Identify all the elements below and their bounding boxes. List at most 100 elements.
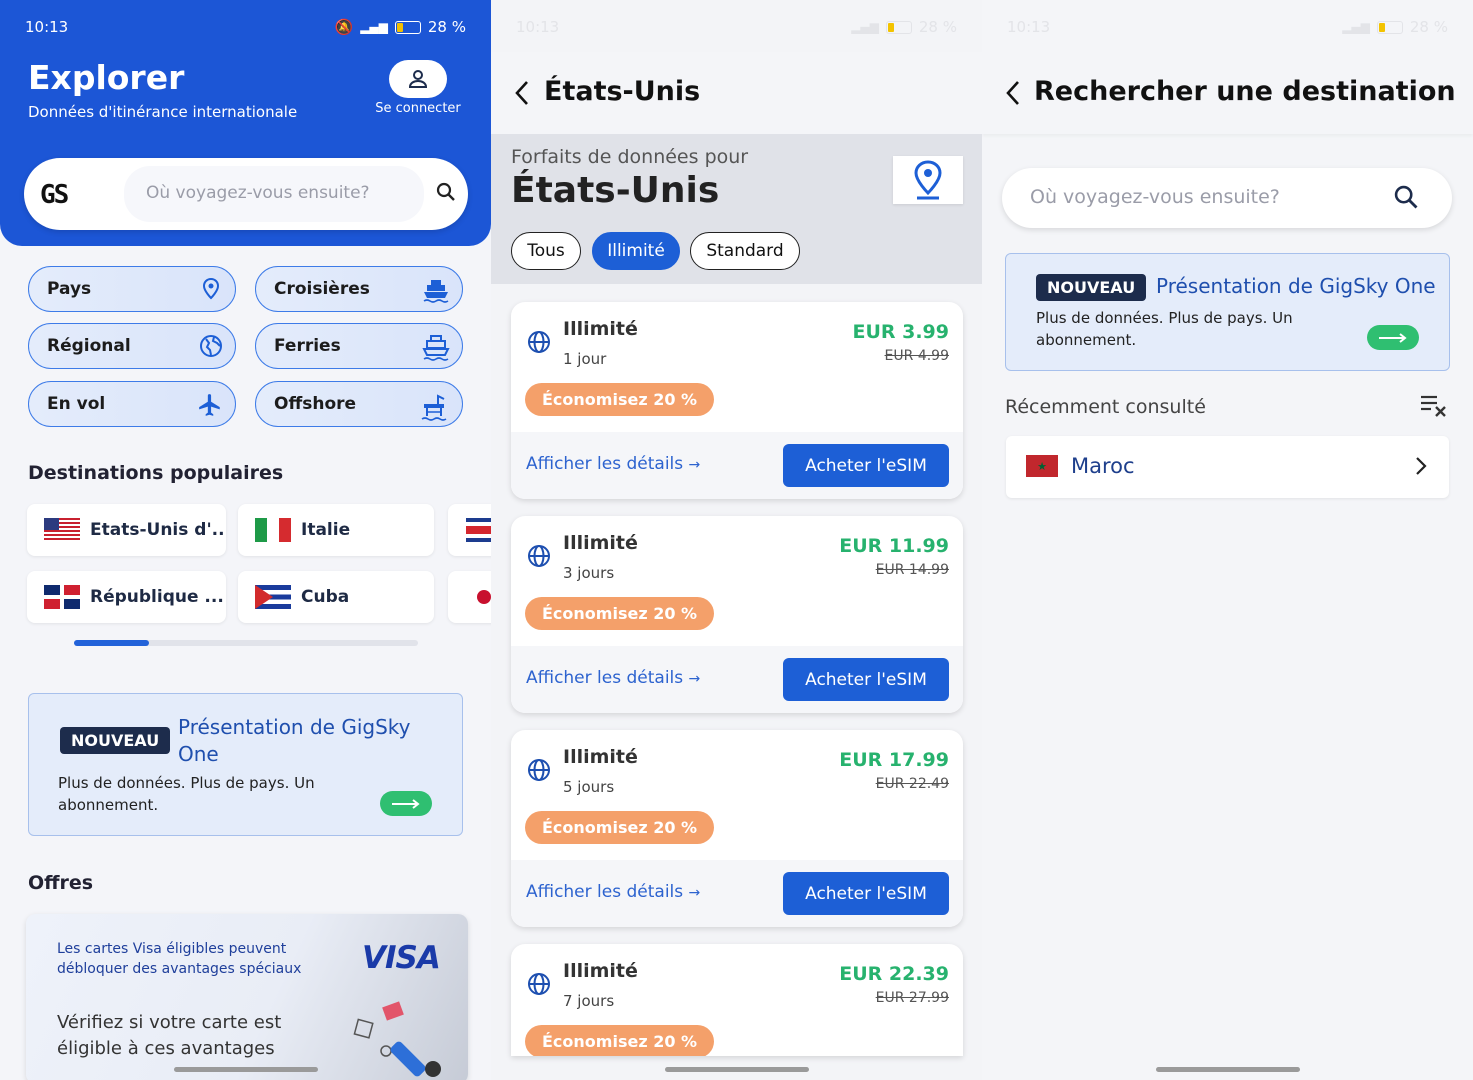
discount-badge: Économisez 20 % [525, 811, 715, 844]
plan-card[interactable]: Illimité 5 jours EUR 17.99 EUR 22.49 Éco… [511, 730, 963, 927]
page-title: Rechercher une destination [1034, 76, 1456, 107]
plan-duration: 3 jours [563, 564, 615, 582]
morocco-flag-icon: ★ [1026, 455, 1058, 477]
destination-costa-rica[interactable] [448, 504, 491, 556]
plan-name: Illimité [563, 960, 638, 982]
destination-cuba[interactable]: Cuba [238, 571, 434, 623]
back-arrow-icon[interactable] [1004, 80, 1022, 106]
filter-tous[interactable]: Tous [511, 232, 581, 270]
back-arrow-icon[interactable] [513, 80, 531, 106]
dominican-republic-flag-icon [44, 585, 80, 609]
plan-price: EUR 22.39 [839, 963, 949, 985]
discount-badge: Économisez 20 % [525, 597, 715, 630]
discount-badge: Économisez 20 % [525, 1025, 715, 1056]
ferry-icon [422, 335, 450, 361]
japan-flag-icon [466, 585, 491, 609]
page-title: États-Unis [544, 76, 701, 107]
offer-headline: Les cartes Visa éligibles peuvent débloq… [57, 941, 302, 977]
plan-old-price: EUR 4.99 [884, 348, 949, 364]
status-bar: 10:13 ▂▄▆ 28 % [516, 18, 957, 36]
clear-history-icon[interactable] [1418, 392, 1448, 420]
signal-icon: ▂▄▆ [360, 20, 388, 34]
chevron-right-icon [1416, 457, 1427, 475]
battery-icon [885, 20, 912, 34]
buy-esim-button[interactable]: Acheter l'eSIM [783, 658, 949, 701]
plan-name: Illimité [563, 318, 638, 340]
plans-header: Forfaits de données pour États-Unis Tous… [491, 134, 982, 284]
us-flag-icon [44, 518, 80, 542]
buy-esim-button[interactable]: Acheter l'eSIM [783, 872, 949, 915]
category-ferries[interactable]: Ferries [255, 323, 463, 369]
category-en-vol[interactable]: En vol [28, 381, 236, 427]
plan-name: Illimité [563, 746, 638, 768]
costa-rica-flag-icon [466, 518, 491, 542]
filter-standard[interactable]: Standard [690, 232, 800, 270]
plan-card[interactable]: Illimité 1 jour EUR 3.99 EUR 4.99 Économ… [511, 302, 963, 499]
plan-price: EUR 17.99 [839, 749, 949, 771]
recent-label: Récemment consulté [1005, 396, 1206, 418]
offers-title: Offres [28, 872, 94, 894]
plan-duration: 1 jour [563, 350, 607, 368]
visa-offer-card[interactable]: Les cartes Visa éligibles peuvent débloq… [26, 914, 468, 1080]
destination-italie[interactable]: Italie [238, 504, 434, 556]
destination-republique-dominicaine[interactable]: République ... [27, 571, 226, 623]
globe-icon [528, 331, 550, 353]
plan-old-price: EUR 22.49 [875, 776, 949, 792]
gigsky-logo: GS [40, 180, 69, 210]
globe-icon [200, 335, 222, 357]
search-bar[interactable]: Où voyagez-vous ensuite? [1002, 168, 1452, 228]
category-pays[interactable]: Pays [28, 266, 236, 312]
promo-arrow-button[interactable] [1367, 325, 1419, 350]
search-icon[interactable] [434, 180, 458, 204]
new-badge: NOUVEAU [1036, 274, 1147, 301]
search-input[interactable]: Où voyagez-vous ensuite? [146, 183, 370, 203]
plan-old-price: EUR 27.99 [875, 990, 949, 1006]
arrow-right-icon: → [688, 457, 701, 473]
promo-title: Présentation de GigSky One [178, 715, 411, 766]
filter-illimite[interactable]: Illimité [592, 232, 680, 270]
arrow-right-icon: → [688, 671, 701, 687]
promo-title: Présentation de GigSky One [1156, 274, 1436, 298]
details-link[interactable]: Afficher les détails → [526, 454, 700, 474]
popular-scrollbar[interactable] [74, 640, 418, 646]
details-link[interactable]: Afficher les détails → [526, 882, 700, 902]
gigsky-one-promo[interactable]: NOUVEAU Présentation de GigSky One Plus … [28, 693, 463, 836]
destination-japon[interactable] [448, 571, 491, 623]
promo-arrow-button[interactable] [380, 791, 432, 816]
home-indicator[interactable] [1155, 1067, 1300, 1072]
airplane-icon [199, 394, 220, 416]
search-bar[interactable]: GS Où voyagez-vous ensuite? [24, 158, 468, 230]
plan-card[interactable]: Illimité 7 jours EUR 22.39 EUR 27.99 Éco… [511, 944, 963, 1056]
login-label[interactable]: Se connecter [370, 101, 466, 116]
new-badge: NOUVEAU [60, 727, 171, 754]
plans-header-country: États-Unis [511, 170, 720, 211]
category-regional[interactable]: Régional [28, 323, 236, 369]
buy-esim-button[interactable]: Acheter l'eSIM [783, 444, 949, 487]
battery-percent: 28 % [427, 18, 466, 36]
popular-title: Destinations populaires [28, 462, 284, 484]
promo-body: Plus de données. Plus de pays. Un abonne… [1036, 309, 1293, 349]
login-button[interactable] [389, 60, 447, 98]
discount-badge: Économisez 20 % [525, 383, 715, 416]
page-subtitle: Données d'itinérance internationale [28, 103, 298, 121]
home-indicator[interactable] [664, 1067, 809, 1072]
globe-icon [528, 545, 550, 567]
destination-usa[interactable]: Etats-Unis d'... [27, 504, 226, 556]
home-indicator[interactable] [173, 1067, 318, 1072]
category-offshore[interactable]: Offshore [255, 381, 463, 427]
category-croisieres[interactable]: Croisières [255, 266, 463, 312]
plan-card[interactable]: Illimité 3 jours EUR 11.99 EUR 14.99 Éco… [511, 516, 963, 713]
details-link[interactable]: Afficher les détails → [526, 668, 700, 688]
plan-price: EUR 3.99 [852, 321, 949, 343]
globe-icon [528, 759, 550, 781]
gigsky-one-promo[interactable]: NOUVEAU Présentation de GigSky One Plus … [1005, 253, 1450, 371]
signal-icon: ▂▄▆ [1342, 20, 1370, 34]
map-pin-icon [202, 277, 220, 300]
map-button[interactable] [893, 156, 963, 204]
recent-item-maroc[interactable]: ★ Maroc [1006, 436, 1449, 498]
search-input[interactable]: Où voyagez-vous ensuite? [1030, 186, 1280, 208]
recent-item-name: Maroc [1071, 454, 1135, 478]
search-icon[interactable] [1392, 183, 1420, 211]
promo-body: Plus de données. Plus de pays. Un abonne… [58, 774, 315, 814]
arrow-right-icon: → [688, 885, 701, 901]
